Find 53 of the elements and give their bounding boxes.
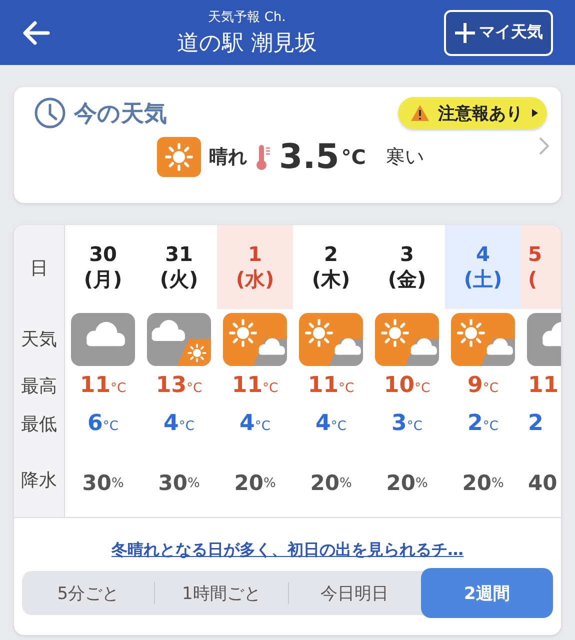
high-temperature: 9°C — [466, 372, 500, 400]
view-tab[interactable]: 5分ごと — [22, 571, 154, 615]
date-cell-text: 30 (月) — [82, 241, 124, 293]
temperature-unit: °C — [341, 145, 366, 169]
date-cell: 4 (土) — [445, 225, 521, 309]
view-tab[interactable]: 2週間 — [420, 568, 553, 618]
high-temperature: 11 — [527, 372, 560, 400]
precipitation-chance: 30% — [157, 470, 201, 497]
row-label: 日 — [29, 257, 49, 281]
chevron-right-icon — [539, 137, 549, 155]
high-temperature: 11°C — [78, 372, 128, 400]
thermometer-icon — [255, 143, 272, 171]
current-weather-heading: 今の天気 — [74, 100, 167, 128]
view-tab[interactable]: 今日明日 — [288, 571, 421, 615]
location-title: 道の駅 潮見坂 — [177, 30, 317, 58]
low-temperature: 4°C — [238, 410, 272, 438]
date-cell-text: 31 (火) — [158, 241, 200, 293]
condition-text: 晴れ — [209, 145, 248, 170]
low-temperature: 4°C — [314, 410, 348, 438]
low-temperature: 2°C — [466, 410, 500, 438]
forecast-summary-link[interactable]: 冬晴れとなる日が多く、初日の出を見られるチ… — [112, 540, 464, 561]
row-label: 最高 — [20, 375, 58, 399]
channel-name: 天気予報 Ch. — [208, 8, 286, 26]
row-label: 天気 — [20, 328, 58, 352]
high-temperature: 13°C — [154, 372, 204, 400]
my-weather-button[interactable]: マイ天気 — [444, 10, 553, 56]
low-temperature: 4°C — [162, 410, 196, 438]
date-cell: 5 ( — [521, 225, 561, 309]
back-arrow-icon[interactable] — [22, 20, 50, 44]
temperature-value: 3.5 — [279, 137, 340, 177]
plus-icon — [454, 22, 476, 44]
precipitation-chance: 30% — [81, 470, 125, 497]
feeling-text: 寒い — [386, 145, 424, 170]
precipitation-chance: 40 — [527, 470, 558, 497]
low-temperature: 2 — [527, 410, 544, 438]
view-tab[interactable]: 1時間ごと — [155, 571, 288, 615]
high-temperature: 11°C — [306, 372, 356, 400]
date-cell: 1 (水) — [217, 225, 293, 309]
alert-badge[interactable]: 注意報あり — [398, 97, 547, 129]
low-temperature: 3°C — [390, 410, 424, 438]
precipitation-chance: 20% — [233, 470, 277, 497]
row-label: 最低 — [20, 413, 58, 437]
high-temperature: 11°C — [230, 372, 280, 400]
current-weather-card[interactable]: 今の天気 注意報あり 晴れ 3.5°C 寒い — [14, 87, 561, 203]
clock-icon — [34, 97, 66, 129]
date-cell-text: 3 (金) — [386, 241, 428, 293]
precipitation-chance: 20% — [309, 470, 353, 497]
low-temperature: 6°C — [86, 410, 120, 438]
high-temperature: 10°C — [382, 372, 432, 400]
precipitation-chance: 20% — [461, 470, 505, 497]
row-label: 降水 — [20, 469, 58, 493]
date-cell-text: 2 (木) — [310, 241, 352, 293]
precipitation-chance: 20% — [385, 470, 429, 497]
